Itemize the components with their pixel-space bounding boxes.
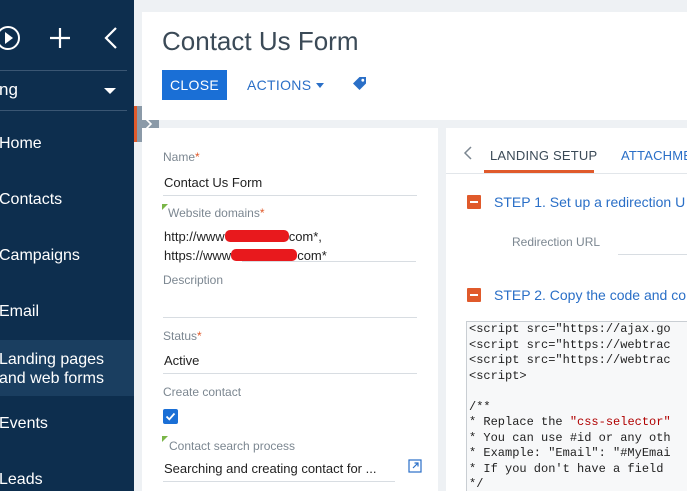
code-line: */ (469, 477, 484, 491)
plus-icon[interactable] (49, 27, 71, 49)
form-panel: Name* Contact Us Form Website domains* h… (142, 128, 438, 491)
active-tab-indicator (484, 170, 594, 173)
sidebar-item-home[interactable]: Home (0, 134, 134, 153)
sidebar-item-leads[interactable]: Leads (0, 470, 134, 489)
code-line: /** (469, 399, 491, 414)
field-underline (163, 195, 417, 196)
page-title: Contact Us Form (162, 26, 359, 56)
actions-button[interactable]: ACTIONS (247, 70, 325, 100)
workspace-label: ng (0, 80, 18, 99)
sidebar: ng Home Contacts Campaigns Email Landing… (0, 0, 134, 491)
collapse-icon (467, 195, 481, 209)
code-line: <script src="https://webtrac (469, 337, 671, 352)
code-line: * Replace the "css-selector" (469, 415, 671, 429)
description-field[interactable] (163, 317, 417, 318)
sidebar-item-label: Landing pages and web forms (0, 351, 104, 387)
actions-label: ACTIONS (247, 77, 312, 93)
play-icon[interactable] (0, 24, 22, 52)
name-field[interactable]: Contact Us Form (164, 175, 262, 190)
sidebar-item-landing-pages[interactable]: Landing pages and web forms (0, 340, 134, 396)
open-link-icon[interactable] (408, 459, 422, 473)
field-underline (242, 261, 416, 262)
code-line: <script> (469, 368, 527, 383)
redaction-mark (231, 249, 298, 261)
chevron-down-icon (316, 82, 325, 88)
sidebar-toolbar (0, 0, 134, 70)
redaction-mark (224, 230, 289, 242)
code-line: <script src="https://ajax.go (469, 322, 671, 336)
website-domain-1[interactable]: http://www com*, (164, 229, 322, 244)
step-1-header[interactable]: STEP 1. Set up a redirection U (467, 193, 685, 211)
sidebar-item-label: Leads (0, 471, 43, 488)
sidebar-item-campaigns[interactable]: Campaigns (0, 246, 134, 265)
redirection-url-label: Redirection URL (512, 235, 601, 249)
sidebar-item-contacts[interactable]: Contacts (0, 190, 134, 209)
tab-bar: LANDING SETUP ATTACHME (446, 128, 687, 174)
create-contact-label: Create contact (163, 385, 242, 399)
field-underline (163, 481, 395, 482)
create-contact-checkbox[interactable] (163, 409, 178, 424)
contact-search-process-label: Contact search process (169, 439, 296, 453)
workspace-selector[interactable]: ng (0, 72, 134, 110)
sidebar-item-label: Contacts (0, 191, 63, 208)
code-line: * Example: "Email": "#MyEmai (469, 446, 671, 460)
sidebar-divider (0, 70, 127, 71)
sidebar-item-email[interactable]: Email (0, 302, 134, 321)
redirection-url-field[interactable] (618, 254, 687, 255)
chevron-left-icon[interactable] (463, 146, 473, 160)
step-2-title: STEP 2. Copy the code and co (494, 287, 686, 303)
website-domains-label: Website domains* (168, 206, 265, 220)
status-field[interactable]: Active (164, 353, 199, 368)
chevron-down-icon (104, 88, 116, 94)
code-line: <script src="https://webtrac (469, 353, 671, 367)
tag-icon[interactable] (352, 76, 367, 91)
sidebar-item-label: Email (0, 303, 40, 320)
status-label: Status* (163, 329, 202, 343)
chevron-left-icon[interactable] (103, 26, 119, 50)
step-2-header[interactable]: STEP 2. Copy the code and co (467, 286, 686, 304)
sidebar-item-events[interactable]: Events (0, 414, 134, 433)
sidebar-divider (0, 110, 127, 111)
sidebar-item-label: Home (0, 135, 42, 152)
sidebar-item-label: Campaigns (0, 247, 80, 264)
collapse-icon (467, 288, 481, 302)
code-line: * If you don't have a field (469, 461, 664, 476)
description-label: Description (163, 273, 224, 287)
code-line: * You can use #id or any oth (469, 430, 671, 445)
contact-search-process-field[interactable]: Searching and creating contact for ... (164, 461, 394, 476)
step-1-title: STEP 1. Set up a redirection U (494, 194, 686, 210)
landing-setup-panel: LANDING SETUP ATTACHME STEP 1. Set up a … (446, 128, 687, 491)
tab-attachments[interactable]: ATTACHME (621, 148, 687, 163)
required-flag-icon (162, 436, 168, 442)
tab-landing-setup[interactable]: LANDING SETUP (490, 148, 597, 163)
close-button[interactable]: CLOSE (162, 70, 227, 100)
checkmark-icon (165, 412, 176, 421)
sidebar-item-label: Events (0, 415, 48, 432)
code-snippet-box[interactable]: <script src="https://ajax.go <script src=… (466, 321, 687, 491)
field-underline (163, 373, 417, 374)
page-header: Contact Us Form CLOSE ACTIONS (142, 12, 687, 120)
name-label: Name* (163, 150, 200, 164)
